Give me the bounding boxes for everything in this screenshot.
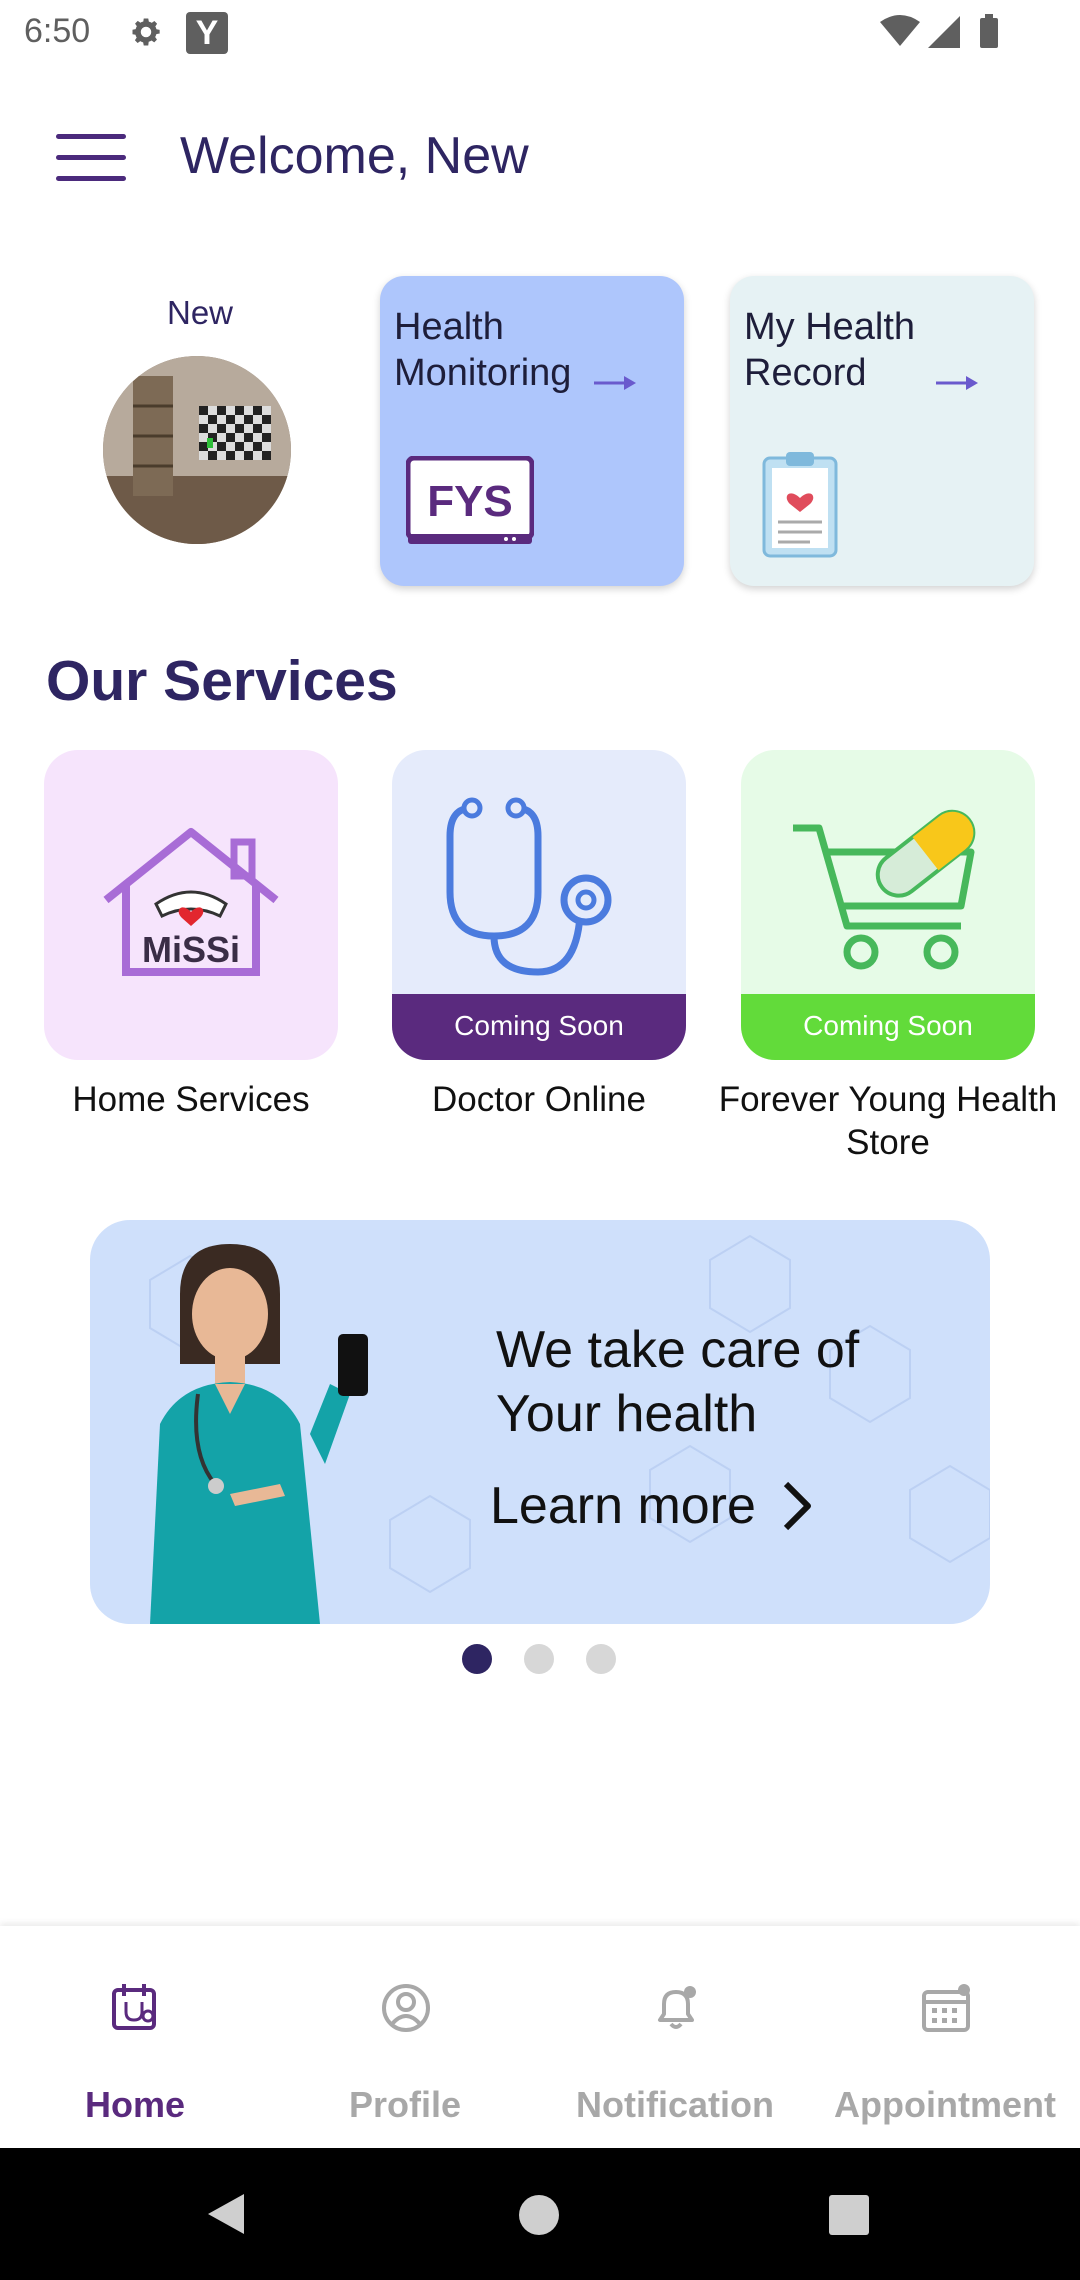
home-services-tile[interactable]: MiSSi — [44, 750, 338, 1060]
app-icon-letter: Y — [195, 14, 219, 52]
arrow-right-icon — [936, 376, 978, 390]
status-time: 6:50 — [24, 12, 91, 50]
stethoscope-icon — [446, 797, 612, 976]
missi-house-icon: MiSSi — [103, 828, 279, 976]
coming-soon-badge: Coming Soon — [741, 994, 1035, 1060]
status-right-icons — [880, 14, 998, 48]
nav-appointment[interactable]: Appointment — [810, 1926, 1080, 2148]
nav-notification-label: Notification — [576, 2084, 774, 2125]
wifi-icon — [880, 15, 920, 46]
chevron-right-icon[interactable] — [780, 1480, 814, 1532]
doctor-online-label: Doctor Online — [432, 1080, 646, 1119]
coming-soon-badge: Coming Soon — [392, 994, 686, 1060]
welcome-title: Welcome, New — [180, 127, 529, 185]
arrow-right-icon — [594, 376, 636, 390]
nurse-illustration — [150, 1244, 368, 1624]
carousel-dot-active[interactable] — [462, 1644, 492, 1674]
bottom-navigation: Home Profile Notification Appointment — [0, 1926, 1080, 2148]
missi-logo-text: MiSSi — [142, 929, 240, 970]
calendar-icon — [922, 1984, 970, 2032]
app-notification-icon: Y — [186, 12, 228, 54]
battery-icon — [980, 18, 998, 48]
nav-home-label: Home — [84, 2084, 186, 2125]
profile-icon — [382, 1984, 430, 2032]
health-monitoring-label: Health Monitoring — [394, 306, 572, 394]
health-monitoring-card[interactable]: Health Monitoring FYS — [380, 276, 684, 586]
banner-heading: We take care of Your health — [496, 1321, 860, 1443]
back-icon[interactable] — [206, 2192, 246, 2236]
clipboard-record-icon — [762, 452, 838, 558]
carousel-dot[interactable] — [524, 1644, 554, 1674]
nav-home[interactable]: Home — [0, 1926, 270, 2148]
my-health-record-label: My Health Record — [744, 306, 916, 394]
avatar[interactable] — [103, 356, 291, 544]
doctor-online-tile[interactable]: Coming Soon — [392, 750, 686, 1060]
shopping-cart-pill-icon — [793, 809, 976, 970]
health-store-label: Forever Young Health Store — [718, 1080, 1058, 1162]
hamburger-menu-icon — [56, 134, 126, 139]
recents-square-icon[interactable] — [828, 2194, 870, 2236]
fys-logo-text: FYS — [427, 477, 513, 526]
avatar-image — [103, 356, 291, 544]
home-calendar-icon — [112, 1984, 156, 2030]
cellular-signal-icon — [928, 16, 960, 48]
home-services-label: Home Services — [72, 1080, 310, 1119]
settings-gear-icon — [132, 18, 160, 46]
promo-banner[interactable]: We take care of Your health Learn more — [90, 1220, 990, 1624]
learn-more-link[interactable]: Learn more — [490, 1476, 756, 1536]
menu-button[interactable] — [56, 134, 126, 182]
my-health-record-card[interactable]: My Health Record — [730, 276, 1034, 586]
services-title: Our Services — [46, 649, 398, 713]
system-navigation-bar — [0, 2148, 1080, 2280]
home-circle-icon[interactable] — [518, 2194, 560, 2236]
nav-notification[interactable]: Notification — [540, 1926, 810, 2148]
carousel-dot[interactable] — [586, 1644, 616, 1674]
health-store-tile[interactable]: Coming Soon — [741, 750, 1035, 1060]
bell-icon — [658, 1986, 696, 2029]
status-bar: 6:50 Y — [0, 0, 1080, 66]
nav-appointment-label: Appointment — [834, 2084, 1056, 2125]
fys-logo-icon: FYS — [406, 456, 534, 544]
profile-name: New — [166, 294, 234, 331]
nav-profile[interactable]: Profile — [270, 1926, 540, 2148]
nav-profile-label: Profile — [348, 2084, 462, 2125]
